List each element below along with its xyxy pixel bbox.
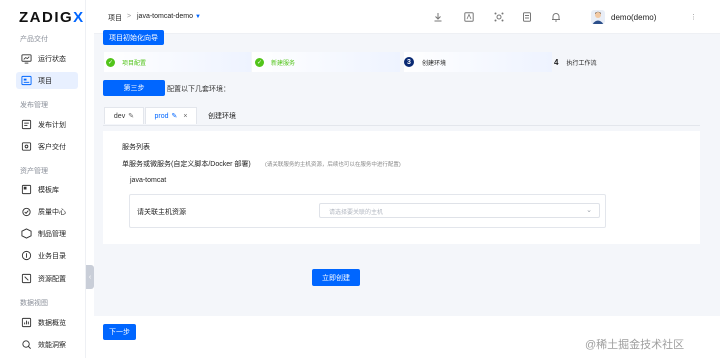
check-icon: ✓: [106, 57, 115, 67]
step-number: 4: [554, 57, 559, 67]
wizard-stepper: ✓ 项目配置 ✓ 新建服务 3 创建环境 4 执行工作流: [104, 52, 696, 72]
create-now-button[interactable]: 立即创建: [312, 269, 360, 286]
sidebar-item-project[interactable]: 项目: [16, 72, 78, 89]
zadig-logo[interactable]: ZADIGX: [19, 9, 85, 26]
host-select-placeholder: 请选择要关联的主机: [329, 210, 384, 216]
step-label: 执行工作流: [566, 60, 597, 67]
step-project-config[interactable]: ✓ 项目配置: [104, 52, 251, 72]
chevron-down-icon: ⌄: [586, 207, 592, 214]
catalog-icon: [20, 250, 32, 262]
sidebar-item-status[interactable]: 运行状态: [16, 50, 78, 67]
breadcrumb-project-name[interactable]: java-tomcat-demo: [137, 13, 193, 20]
sidebar-item-label: 客户交付: [38, 143, 66, 151]
sidebar-item-label: 资源配置: [38, 275, 66, 283]
template-icon: [20, 184, 32, 196]
step-label: 创建环境: [422, 60, 447, 67]
edit-icon[interactable]: ✎: [128, 112, 134, 120]
section-label-release: 发布管理: [20, 102, 48, 109]
step-number: 3: [404, 57, 414, 67]
chevron-left-icon: ‹: [88, 273, 92, 281]
sidebar: ZADIGX 产品交付 运行状态 项目 发布管理 发布计划 客户交付 资产管理 …: [0, 0, 86, 358]
step-run-workflow[interactable]: 4 执行工作流: [554, 52, 694, 72]
sidebar-item-label: 项目: [38, 77, 52, 85]
tab-dev[interactable]: dev ✎: [104, 107, 144, 124]
tab-create-env[interactable]: 创建环境: [208, 107, 236, 124]
document-icon[interactable]: [522, 12, 532, 22]
check-icon: ✓: [255, 57, 264, 67]
breadcrumb-separator: >: [127, 13, 132, 20]
host-label: 请关联主机资源: [137, 209, 186, 216]
section-label-assets: 资产管理: [20, 168, 48, 175]
sidebar-item-resources[interactable]: 资源配置: [16, 270, 78, 287]
step-tag: 第三步: [103, 80, 165, 96]
more-options-icon[interactable]: ⋮: [690, 13, 697, 21]
sidebar-item-label: 模板库: [38, 186, 59, 194]
step-label: 新建服务: [271, 60, 296, 67]
tab-prod[interactable]: prod ✎ ×: [145, 107, 197, 124]
step-label: 项目配置: [122, 60, 147, 67]
sidebar-item-data-overview[interactable]: 数据概览: [16, 314, 78, 331]
next-step-button[interactable]: 下一步: [103, 324, 136, 340]
host-select[interactable]: 请选择要关联的主机 ⌄: [319, 203, 600, 218]
plan-icon: [20, 119, 32, 131]
sidebar-item-label: 数据概览: [38, 319, 66, 327]
resource-icon: [20, 273, 32, 285]
translate-icon[interactable]: [464, 12, 474, 22]
sidebar-item-label: 效能洞察: [38, 341, 66, 349]
project-wizard-button[interactable]: 项目初始化向导: [103, 30, 164, 45]
quality-icon: [20, 206, 32, 218]
edit-icon[interactable]: ✎: [172, 112, 178, 120]
caret-down-icon[interactable]: ▼: [195, 14, 201, 20]
step-create-env[interactable]: 3 创建环境: [404, 52, 552, 72]
step-hint: 配置以下几套环境：: [167, 86, 230, 93]
avatar[interactable]: [591, 10, 605, 24]
sidebar-item-label: 制品管理: [38, 230, 66, 238]
top-bar: 项目 > java-tomcat-demo ▼ demo(demo) ⋮: [94, 0, 720, 34]
overview-icon: [20, 317, 32, 329]
sidebar-item-insights[interactable]: 效能洞察: [16, 336, 78, 353]
sidebar-item-label: 质量中心: [38, 208, 66, 216]
artifact-icon: [20, 228, 32, 240]
sidebar-item-catalog[interactable]: 业务目录: [16, 247, 78, 264]
service-type-label: 单服务或微服务(自定义脚本/Docker 部署): [122, 161, 251, 168]
sidebar-collapse-toggle[interactable]: ‹: [86, 265, 94, 289]
close-icon[interactable]: ×: [183, 113, 187, 120]
sidebar-item-customer-delivery[interactable]: 客户交付: [16, 138, 78, 155]
plugin-icon[interactable]: [494, 12, 504, 22]
section-label-delivery: 产品交付: [20, 36, 48, 43]
step-new-service[interactable]: ✓ 新建服务: [252, 52, 400, 72]
service-list-title: 服务列表: [122, 144, 150, 151]
sidebar-item-release-plan[interactable]: 发布计划: [16, 116, 78, 133]
sidebar-item-artifacts[interactable]: 制品管理: [16, 225, 78, 242]
sidebar-item-label: 业务目录: [38, 252, 66, 260]
service-type-hint: (请关联服务的主机资源，后续也可以在服务中进行配置): [265, 162, 401, 168]
sidebar-item-templates[interactable]: 模板库: [16, 181, 78, 198]
bell-icon[interactable]: [551, 12, 561, 22]
service-name: java-tomcat: [130, 177, 167, 184]
project-icon: [20, 75, 32, 87]
delivery-icon: [20, 141, 32, 153]
section-label-data: 数据视图: [20, 300, 48, 307]
monitor-icon: [20, 53, 32, 65]
breadcrumb-projects[interactable]: 项目: [108, 13, 122, 23]
download-icon[interactable]: [433, 12, 443, 22]
insight-icon: [20, 339, 32, 351]
username[interactable]: demo(demo): [611, 13, 656, 22]
watermark: @稀土掘金技术社区: [585, 339, 685, 351]
sidebar-item-label: 发布计划: [38, 121, 66, 129]
sidebar-item-label: 运行状态: [38, 55, 66, 63]
sidebar-item-quality[interactable]: 质量中心: [16, 203, 78, 220]
